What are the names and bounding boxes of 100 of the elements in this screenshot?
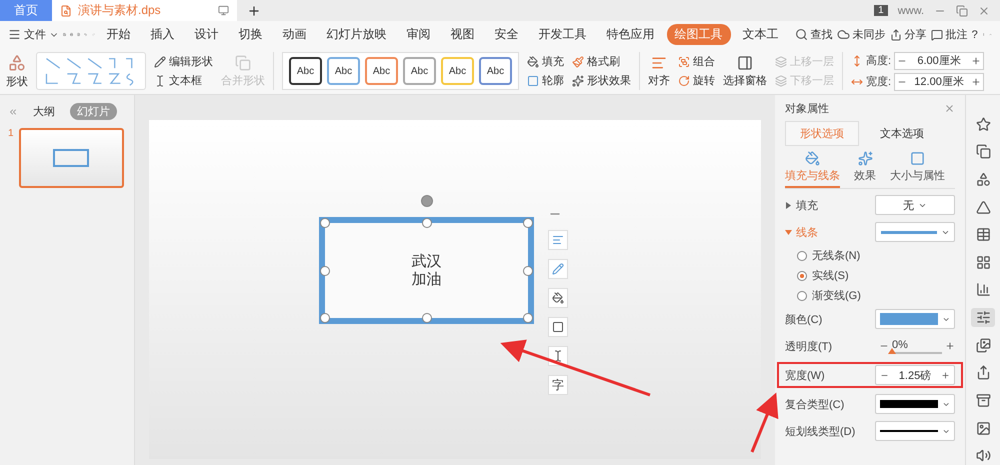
close-icon[interactable] — [978, 4, 990, 16]
radio-button[interactable] — [797, 290, 807, 300]
compound-dropdown[interactable] — [875, 394, 955, 414]
outline-button[interactable]: 轮廓 — [527, 73, 564, 88]
panel-title[interactable]: 对象属性 — [785, 101, 829, 116]
comment-button[interactable]: 批注 — [930, 27, 968, 42]
property-tab[interactable]: 大小与属性 — [890, 151, 945, 188]
speaker-icon[interactable] — [976, 448, 990, 464]
width-field[interactable]: 12.00厘米 — [894, 72, 984, 90]
rotate-handle[interactable] — [420, 195, 432, 207]
align-icon[interactable] — [651, 54, 667, 70]
share-icon — [890, 28, 902, 40]
resize-handle[interactable] — [523, 218, 533, 228]
new-tab-icon[interactable] — [247, 4, 261, 18]
shape-style[interactable]: Abc — [289, 57, 322, 85]
ribbon-tab[interactable]: 动画 — [274, 24, 315, 45]
height-field[interactable]: 6.00厘米 — [894, 52, 984, 70]
pen-tool[interactable] — [548, 259, 568, 279]
dash-dropdown[interactable] — [875, 421, 955, 441]
property-tab[interactable]: 效果 — [854, 151, 876, 188]
ribbon-tab[interactable]: 开发工具 — [530, 24, 595, 45]
shape-effect-button[interactable]: 形状效果 — [572, 73, 631, 88]
plus-icon[interactable] — [945, 341, 955, 351]
resize-handle[interactable] — [523, 266, 533, 276]
rotate-button[interactable]: 旋转 — [678, 73, 715, 88]
archive-icon[interactable] — [976, 392, 990, 408]
grid-icon[interactable] — [976, 254, 990, 270]
shape-style[interactable]: Abc — [403, 57, 436, 85]
selection-pane-icon[interactable] — [737, 54, 753, 70]
ribbon-tab[interactable]: 设计 — [186, 24, 227, 45]
ribbon-tab[interactable]: 视图 — [442, 24, 483, 45]
text-box-button[interactable]: 文本框 — [154, 73, 202, 88]
help-button[interactable]: ? — [972, 28, 978, 40]
resize-handle[interactable] — [320, 313, 330, 323]
sparkle-icon — [572, 74, 584, 86]
shapes-icon[interactable] — [976, 172, 990, 188]
color-label: 颜色(C) — [785, 312, 822, 326]
ribbon-tab[interactable]: 开始 — [98, 24, 139, 45]
edit-shape-button[interactable]: 编辑形状 — [154, 54, 213, 69]
radio-button[interactable] — [797, 270, 807, 280]
text-layout-icon — [552, 234, 564, 246]
close-icon[interactable] — [944, 103, 955, 114]
shape-style[interactable]: Abc — [327, 57, 360, 85]
file-menu[interactable]: 文件 — [8, 27, 59, 42]
ribbon-tab[interactable]: 特色应用 — [598, 24, 663, 45]
radio-button[interactable] — [797, 250, 807, 260]
slider-thumb[interactable] — [888, 348, 896, 354]
format-painter-button[interactable]: 格式刷 — [572, 54, 620, 69]
collapse-panel-icon[interactable] — [8, 106, 18, 116]
resize-handle[interactable] — [320, 218, 330, 228]
restore-icon[interactable] — [956, 4, 968, 16]
star-icon[interactable] — [976, 116, 990, 132]
settings-icon[interactable] — [976, 310, 990, 326]
panel-tab[interactable]: 大纲 — [26, 103, 62, 120]
shape-style[interactable]: Abc — [479, 57, 512, 85]
image-icon[interactable] — [976, 420, 990, 436]
ribbon-tab[interactable]: 幻灯片放映 — [318, 24, 395, 45]
align-button[interactable]: 对齐 — [648, 72, 670, 88]
share-icon[interactable] — [976, 365, 990, 380]
share-button[interactable]: 分享 — [890, 27, 927, 42]
user-name[interactable]: www. — [898, 4, 924, 16]
ribbon-tab[interactable]: 插入 — [142, 24, 183, 45]
shape-style[interactable]: Abc — [365, 57, 398, 85]
chart-icon[interactable] — [976, 282, 990, 298]
slide-thumbnail[interactable] — [18, 128, 124, 188]
layout-tool[interactable] — [548, 230, 568, 250]
ribbon-tab[interactable]: 安全 — [486, 24, 527, 45]
square-icon — [552, 321, 564, 333]
expand-icon[interactable] — [785, 202, 792, 208]
fill-tool[interactable] — [548, 288, 568, 308]
resize-handle[interactable] — [422, 313, 432, 323]
paintbrush-icon — [572, 56, 584, 68]
ribbon-tab[interactable]: 审阅 — [398, 24, 439, 45]
images-icon[interactable] — [976, 338, 990, 353]
table-icon[interactable] — [976, 227, 990, 242]
shape-style[interactable]: Abc — [441, 57, 474, 85]
ribbon-tab[interactable]: 文本工 — [734, 24, 787, 45]
selection-pane-button[interactable]: 选择窗格 — [723, 72, 767, 88]
line-gallery[interactable] — [36, 52, 146, 90]
resize-handle[interactable] — [320, 266, 330, 276]
ribbon-tab[interactable]: 切换 — [230, 24, 271, 45]
group-button[interactable]: 组合 — [678, 54, 715, 69]
transparency-reading: 0% — [892, 338, 908, 350]
width-field[interactable]: 1.25磅 — [875, 365, 955, 385]
border-tool[interactable] — [548, 317, 568, 337]
resize-handle[interactable] — [422, 218, 432, 228]
triangle-icon[interactable] — [976, 200, 990, 215]
font-tool[interactable]: 字 — [548, 375, 568, 395]
group-icon — [678, 56, 690, 68]
fill-dropdown[interactable]: 无 — [875, 195, 955, 215]
options-tab[interactable]: 文本选项 — [865, 121, 939, 146]
fill-button[interactable]: 填充 — [527, 54, 564, 69]
line-dropdown[interactable] — [875, 222, 955, 242]
copy-icon[interactable] — [976, 144, 990, 160]
expand-icon[interactable] — [785, 228, 792, 236]
sync-button[interactable]: 未同步 — [836, 27, 886, 42]
shape-button[interactable]: 形状 — [6, 74, 28, 88]
resize-handle[interactable] — [523, 313, 533, 323]
search-button[interactable]: 查找 — [794, 27, 833, 42]
color-dropdown[interactable] — [875, 309, 955, 329]
